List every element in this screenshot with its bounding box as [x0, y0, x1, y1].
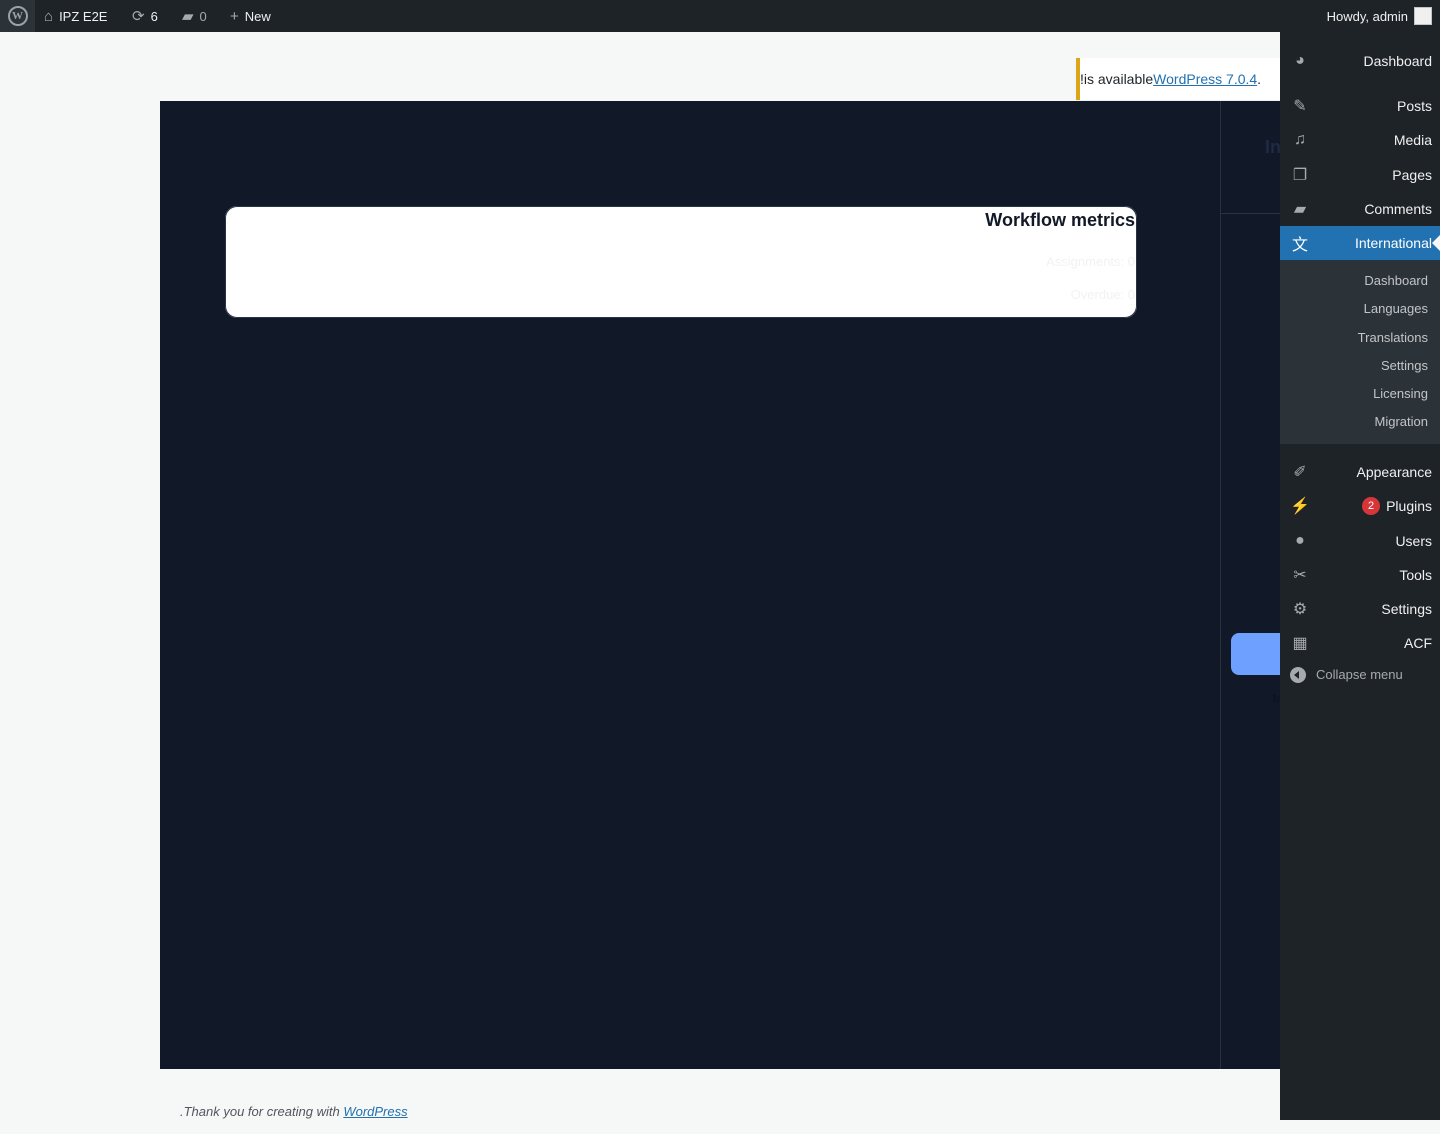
submenu-dashboard[interactable]: Dashboard [1364, 273, 1428, 288]
side-panel-label: M [1272, 691, 1280, 706]
pin-icon: ✎ [1293, 98, 1307, 115]
footer-wordpress-link[interactable]: WordPress [343, 1104, 407, 1119]
menu-acf[interactable]: ▦ ACF [1280, 626, 1440, 660]
submenu-migration[interactable]: Migration [1375, 414, 1428, 429]
side-panel-title: In [1265, 137, 1280, 157]
update-link[interactable]: WordPress 7.0.4 [1153, 71, 1257, 87]
wrench-icon: ✂ [1293, 567, 1307, 584]
menu-plugins[interactable]: ⚡ 2 Plugins [1280, 489, 1440, 523]
menu-label: Tools [1399, 567, 1432, 583]
collapse-menu-button[interactable]: Collapse menu [1280, 666, 1440, 686]
card-title: Workflow metrics [985, 210, 1135, 230]
dashboard-icon: ◕ [1295, 52, 1305, 69]
menu-settings[interactable]: ⚙ Settings [1280, 592, 1440, 626]
admin-bar: W ⌂ IPZ E2E ⟳ 6 ▰ 0 + New Howdy, admin [0, 0, 1440, 32]
submenu-licensing[interactable]: Licensing [1373, 386, 1428, 401]
wordpress-logo-icon: W [7, 6, 28, 26]
menu-label: Dashboard [1363, 53, 1433, 69]
assignments-metric: Assignments: 0 [1046, 254, 1135, 269]
brush-icon: ✐ [1293, 464, 1307, 481]
collapse-label: Collapse menu [1316, 667, 1403, 682]
admin-menu: ◕ Dashboard ✎ Posts ♫ Media ❐ Pages ▰ Co… [1280, 32, 1440, 1120]
menu-label: Plugins [1386, 498, 1432, 514]
menu-label: Users [1395, 533, 1432, 549]
footer-thankyou: .Thank you for creating with WordPress [180, 1104, 408, 1119]
site-name: IPZ E2E [59, 8, 108, 24]
update-notice: . WordPress 7.0.4 is available! [1076, 58, 1280, 100]
media-icon: ♫ [1294, 131, 1306, 148]
international-app: Workflow metrics Assignments: 0 Overdue:… [160, 101, 1280, 1069]
menu-appearance[interactable]: ✐ Appearance [1280, 455, 1440, 489]
menu-pages[interactable]: ❐ Pages [1280, 158, 1440, 192]
workflow-metrics-card: Workflow metrics Assignments: 0 Overdue:… [225, 206, 1137, 318]
menu-label: Media [1393, 132, 1432, 148]
plugins-update-badge: 2 [1362, 497, 1381, 515]
howdy-text: Howdy, admin [1326, 8, 1408, 24]
menu-comments[interactable]: ▰ Comments [1280, 192, 1440, 226]
translation-icon: 文 [1291, 237, 1308, 254]
site-name-link[interactable]: ⌂ IPZ E2E [44, 0, 107, 32]
menu-label: Settings [1381, 601, 1432, 617]
menu-media[interactable]: ♫ Media [1280, 123, 1440, 157]
side-panel-divider [1221, 213, 1280, 214]
comments-count: 0 [199, 8, 207, 24]
international-submenu: Dashboard Languages Translations Setting… [1280, 260, 1440, 444]
submenu-languages[interactable]: Languages [1364, 301, 1428, 316]
menu-label: Posts [1396, 98, 1432, 114]
app-side-panel: In M [1220, 101, 1280, 1069]
menu-posts[interactable]: ✎ Posts [1280, 89, 1440, 123]
home-icon: ⌂ [44, 7, 54, 25]
pages-icon: ❐ [1292, 167, 1308, 184]
wordpress-logo-menu[interactable]: W [0, 0, 35, 32]
avatar [1414, 7, 1432, 25]
my-account-link[interactable]: Howdy, admin [1327, 0, 1432, 32]
menu-label: International [1354, 235, 1432, 251]
menu-dashboard[interactable]: ◕ Dashboard [1280, 44, 1440, 78]
updates-count: 6 [150, 8, 158, 24]
overdue-metric: Overdue: 0 [1070, 287, 1135, 302]
new-content-link[interactable]: + New [230, 0, 271, 32]
menu-tools[interactable]: ✂ Tools [1280, 558, 1440, 592]
notice-suffix: is available! [1080, 71, 1154, 87]
menu-label: ACF [1404, 635, 1432, 651]
comments-link[interactable]: ▰ 0 [182, 0, 207, 32]
menu-label: Pages [1392, 167, 1432, 183]
users-icon: ● [1295, 532, 1305, 549]
menu-label: Comments [1364, 201, 1432, 217]
menu-international[interactable]: 文 International [1280, 226, 1440, 260]
new-label: New [244, 8, 271, 24]
comments-icon: ▰ [1293, 201, 1307, 218]
collapse-icon [1290, 667, 1306, 683]
submenu-settings[interactable]: Settings [1381, 358, 1428, 373]
menu-label: Appearance [1356, 464, 1432, 480]
menu-users[interactable]: ● Users [1280, 524, 1440, 558]
plus-icon: + [230, 7, 239, 25]
updates-icon: ⟳ [132, 7, 145, 25]
side-panel-button[interactable] [1231, 633, 1280, 675]
comment-icon: ▰ [182, 7, 194, 25]
footer-text: .Thank you for creating with [180, 1104, 344, 1119]
updates-link[interactable]: ⟳ 6 [132, 0, 158, 32]
settings-icon: ⚙ [1292, 601, 1308, 618]
submenu-translations[interactable]: Translations [1358, 330, 1428, 345]
plugin-icon: ⚡ [1290, 498, 1310, 515]
notice-prefix: . [1257, 71, 1262, 87]
acf-icon: ▦ [1292, 635, 1308, 652]
